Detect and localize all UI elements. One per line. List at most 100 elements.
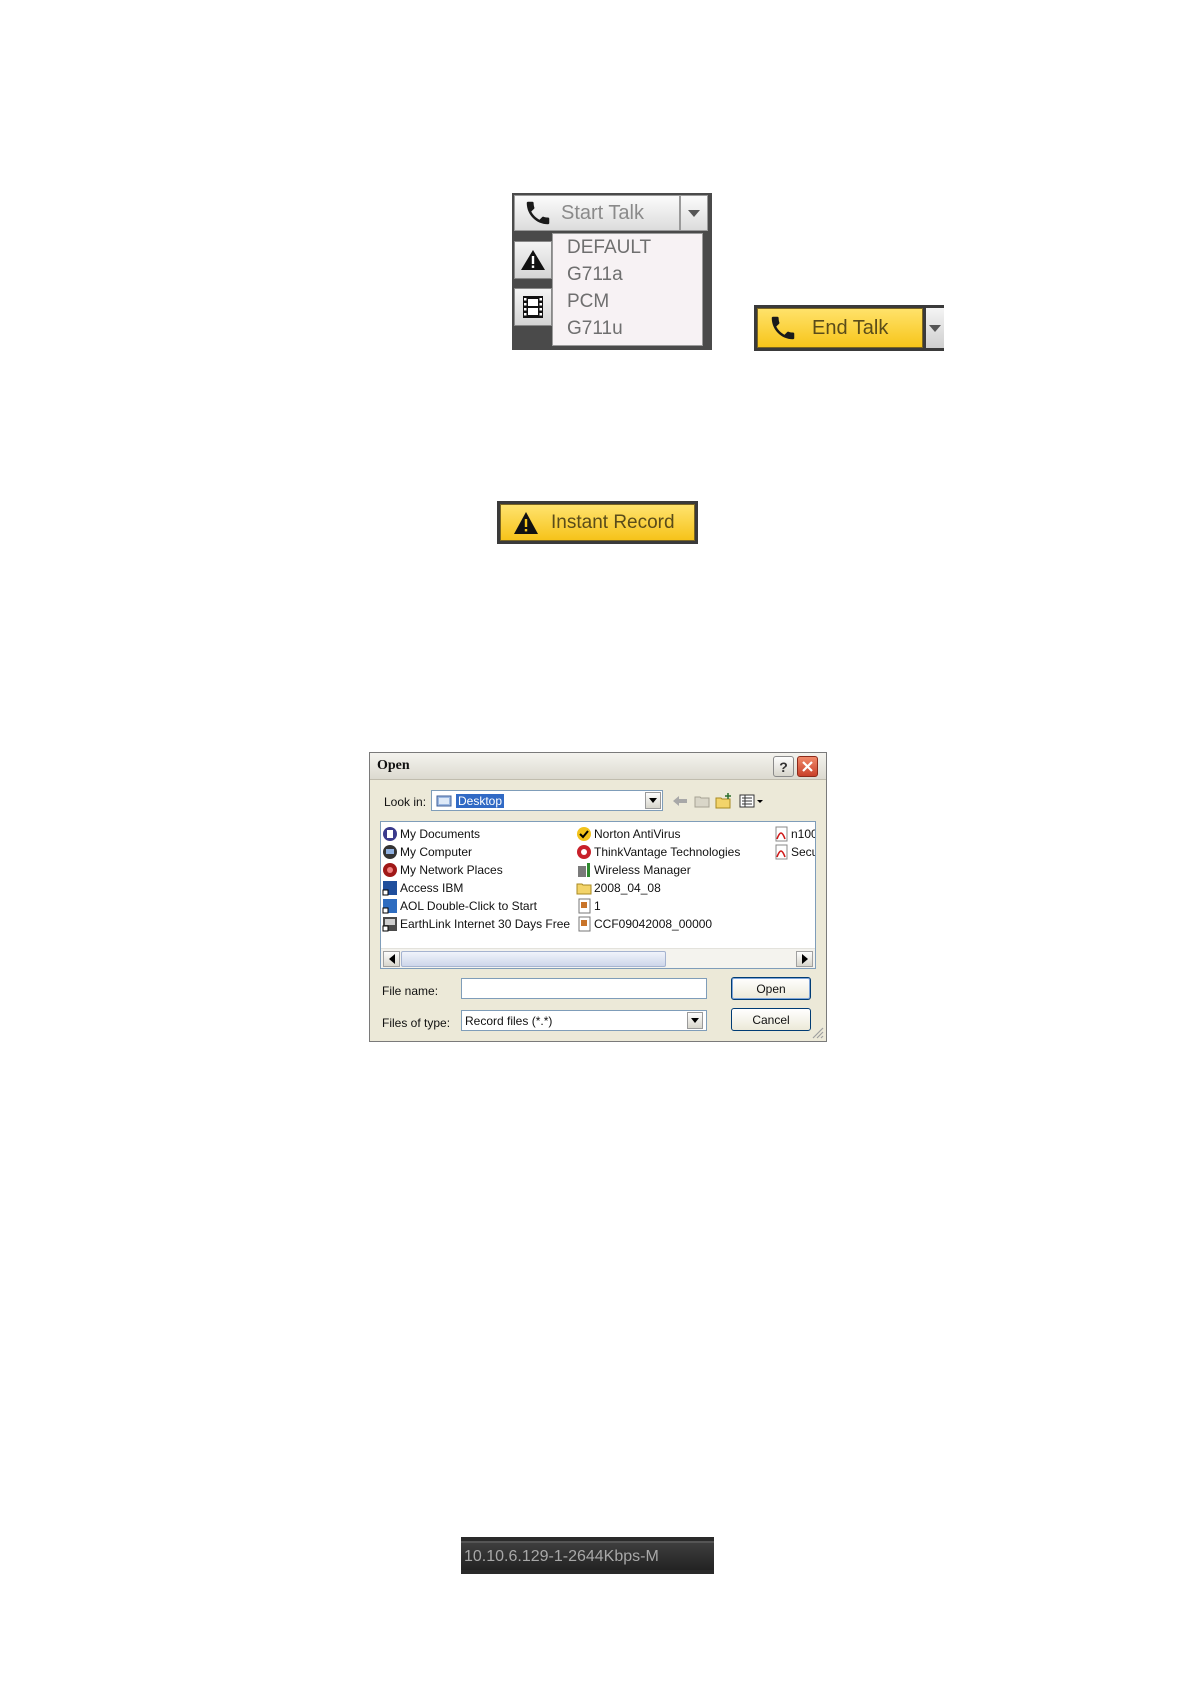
menu-item-g711u[interactable]: G711u (553, 315, 702, 342)
thinkvantage-icon (577, 845, 591, 859)
resize-grip-icon[interactable] (810, 1025, 824, 1039)
file-name: EarthLink Internet 30 Days Free (400, 917, 571, 931)
help-icon: ? (779, 758, 788, 775)
dialog-titlebar[interactable]: Open ? (370, 753, 826, 780)
file-item-norton[interactable]: Norton AntiVirus (576, 825, 681, 843)
filename-label: File name: (382, 984, 439, 998)
menu-item-g711a[interactable]: G711a (553, 261, 702, 288)
file-name: My Documents (400, 827, 481, 841)
close-button[interactable] (797, 756, 818, 777)
file-item-folder-2008[interactable]: 2008_04_08 (576, 879, 661, 897)
shortcut-icon (382, 917, 397, 932)
phone-icon (771, 316, 795, 340)
desktop-icon (436, 795, 452, 806)
dialog-title: Open (377, 758, 410, 773)
file-item-1[interactable]: 1 (576, 897, 601, 915)
network-places-icon (383, 863, 397, 877)
filename-input[interactable] (461, 978, 707, 999)
file-item-ccf[interactable]: CCF09042008_00000 (576, 915, 712, 933)
pdf-icon (775, 826, 788, 842)
filetype-label: Files of type: (382, 1016, 451, 1030)
menu-item-pcm[interactable]: PCM (553, 288, 702, 315)
up-folder-icon (694, 796, 710, 807)
cancel-button[interactable]: Cancel (731, 1008, 811, 1031)
record-file-icon (578, 916, 591, 932)
shortcut-icon (382, 899, 397, 914)
file-item-thinkvantage[interactable]: ThinkVantage Technologies (576, 843, 740, 861)
file-name: CCF09042008_00000 (594, 917, 713, 931)
file-name: Wireless Manager (594, 863, 691, 877)
file-item-aol[interactable]: AOL Double-Click to Start (382, 897, 537, 915)
warning-icon (521, 250, 545, 270)
instant-record-button[interactable]: Instant Record (500, 504, 695, 541)
scroll-thumb[interactable] (401, 951, 666, 967)
cancel-button-label: Cancel (752, 1012, 790, 1027)
shortcut-icon (382, 881, 397, 896)
instant-record-label: Instant Record (551, 511, 675, 533)
chevron-down-icon (929, 324, 941, 332)
filetype-dropdown-button[interactable] (687, 1012, 703, 1029)
chevron-down-icon (688, 209, 700, 217)
lookin-combo[interactable]: Desktop (431, 790, 663, 811)
alarm-button[interactable] (514, 241, 552, 279)
file-item-my-computer[interactable]: My Computer (382, 843, 472, 861)
start-talk-dropdown-button[interactable] (680, 195, 708, 231)
open-button[interactable]: Open (731, 977, 811, 1000)
filetype-combo[interactable]: Record files (*.*) (461, 1010, 707, 1031)
file-item-my-network-places[interactable]: My Network Places (382, 861, 503, 879)
open-button-label: Open (756, 981, 786, 996)
instant-record-panel: Instant Record (497, 501, 698, 544)
file-name: Access IBM (400, 881, 464, 895)
end-talk-button[interactable]: End Talk (757, 308, 923, 348)
my-computer-icon (383, 845, 397, 859)
file-item-secu[interactable]: Secu (773, 843, 815, 861)
film-icon (523, 296, 543, 318)
view-menu-button[interactable] (738, 792, 766, 809)
file-name: 1 (594, 899, 601, 913)
back-button[interactable] (671, 792, 689, 809)
lookin-dropdown-button[interactable] (645, 792, 661, 809)
file-name: 2008_04_08 (594, 881, 661, 895)
file-name: My Computer (400, 845, 473, 859)
channel-label: 10.10.6.129-1-2644Kbps-M (464, 1548, 659, 1565)
horizontal-scrollbar[interactable] (381, 948, 815, 968)
help-button[interactable]: ? (773, 756, 794, 777)
file-name: My Network Places (400, 863, 503, 877)
file-name: Norton AntiVirus (594, 827, 681, 841)
start-talk-label: Start Talk (561, 201, 644, 224)
warning-icon (514, 511, 538, 534)
channel-bar-inner: 10.10.6.129-1-2644Kbps-M (461, 1541, 714, 1570)
record-button[interactable] (514, 288, 552, 326)
end-talk-panel: End Talk (754, 305, 944, 351)
folder-icon (576, 883, 592, 895)
file-item-earthlink[interactable]: EarthLink Internet 30 Days Free (382, 915, 570, 933)
chevron-down-icon (691, 1018, 699, 1023)
end-talk-dropdown-button[interactable] (926, 308, 944, 348)
new-folder-icon (715, 792, 731, 808)
talk-panel: Start Talk DEFAULT G711a PCM G711u (512, 193, 712, 350)
file-name: n100 (791, 827, 816, 841)
file-name: ThinkVantage Technologies (594, 845, 741, 859)
lookin-value: Desktop (456, 793, 505, 808)
open-dialog: Open ? Look in: Desktop My Documents My … (369, 752, 827, 1042)
new-folder-button[interactable] (715, 792, 733, 809)
file-name: AOL Double-Click to Start (400, 899, 537, 913)
view-menu-icon (739, 794, 763, 807)
file-item-my-documents[interactable]: My Documents (382, 825, 480, 843)
scroll-left-button[interactable] (383, 951, 400, 967)
codec-menu: DEFAULT G711a PCM G711u (552, 233, 703, 346)
file-list[interactable]: My Documents My Computer My Network Plac… (380, 821, 816, 969)
phone-icon (526, 201, 550, 225)
file-item-wireless-manager[interactable]: Wireless Manager (576, 861, 691, 879)
wireless-icon (578, 863, 590, 877)
file-item-n100[interactable]: n100 (773, 825, 816, 843)
start-talk-button[interactable]: Start Talk (514, 195, 680, 231)
arrow-right-icon (801, 954, 808, 964)
lookin-label: Look in: (384, 795, 427, 809)
up-folder-button[interactable] (693, 792, 711, 809)
end-talk-label: End Talk (812, 316, 889, 339)
file-item-access-ibm[interactable]: Access IBM (382, 879, 463, 897)
my-documents-icon (383, 827, 397, 841)
scroll-right-button[interactable] (796, 951, 813, 967)
menu-item-default[interactable]: DEFAULT (553, 234, 702, 261)
